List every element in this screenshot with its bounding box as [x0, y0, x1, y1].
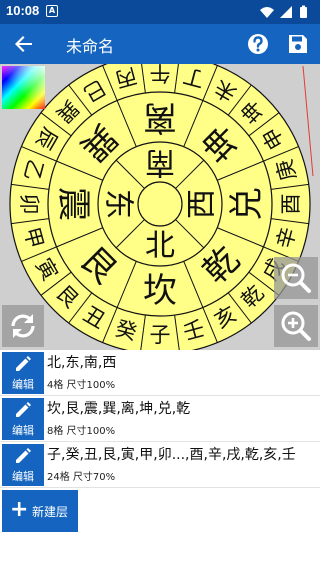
color-palette-icon[interactable]: [2, 66, 45, 109]
new-layer-label: 新建层: [32, 505, 69, 519]
save-icon: [289, 35, 307, 53]
layer-name: 坎,艮,震,巽,离,坤,兑,乾: [47, 401, 191, 417]
new-layer-button[interactable]: + 新建层: [2, 490, 78, 532]
back-button[interactable]: [8, 28, 40, 60]
notification-icon: A: [46, 5, 58, 17]
zoom-out-icon: [281, 263, 311, 293]
layer-info: 24格 尺寸70%: [47, 472, 116, 483]
compass-ring1-label: 南: [145, 145, 175, 180]
compass-wheel[interactable]: 北东南西坎艮震巽离坤兑乾子癸丑艮寅甲卯乙辰巽巳丙午丁未坤申庚酉辛戌乾亥壬: [0, 64, 320, 350]
page-title: 未命名: [66, 37, 115, 56]
status-bar: 10:08 A: [0, 0, 320, 24]
zoom-out-button[interactable]: [274, 257, 318, 299]
compass-ring2-label: 离: [143, 97, 177, 137]
edit-button[interactable]: 编辑: [2, 398, 44, 440]
edit-button[interactable]: 编辑: [2, 352, 44, 394]
edit-label: 编辑: [12, 424, 34, 437]
rotate-icon: [11, 314, 35, 338]
compass-ring3-label: 酉: [279, 194, 303, 215]
pencil-icon: [16, 448, 31, 463]
status-icons: [260, 5, 307, 18]
layer-name: 子,癸,丑,艮,寅,甲,卯...,酉,辛,戌,乾,亥,壬: [47, 447, 296, 463]
help-circle-icon: [248, 34, 268, 54]
save-button[interactable]: [284, 30, 312, 58]
zoom-in-button[interactable]: [274, 305, 318, 347]
rotate-button[interactable]: [2, 305, 44, 347]
compass-center-circle: [137, 181, 183, 227]
layer-info: 8格 尺寸100%: [47, 426, 116, 437]
signal-icon: [280, 6, 292, 18]
app-bar: 未命名: [0, 24, 320, 64]
zoom-in-icon: [281, 311, 311, 341]
drag-hint-line: [302, 65, 314, 177]
compass-ring1-label: 西: [185, 189, 220, 219]
layer-row-2[interactable]: 编辑 坎,艮,震,巽,离,坤,兑,乾 8格 尺寸100%: [0, 396, 320, 442]
layer-name: 北,东,南,西: [47, 355, 117, 371]
help-button[interactable]: [244, 30, 272, 58]
compass-ring3-label: 卯: [17, 194, 41, 215]
compass-ring2-label: 兑: [227, 187, 267, 221]
compass-ring1-label: 东: [101, 189, 136, 219]
wifi-icon: [260, 7, 274, 18]
compass-ring2-label: 坎: [143, 271, 177, 311]
arrow-back-icon: [15, 36, 32, 52]
layer-row-1[interactable]: 编辑 北,东,南,西 4格 尺寸100%: [0, 350, 320, 396]
pencil-icon: [16, 402, 31, 417]
compass-ring2-label: 震: [53, 187, 93, 221]
pencil-icon: [16, 356, 31, 371]
compass-canvas[interactable]: 北东南西坎艮震巽离坤兑乾子癸丑艮寅甲卯乙辰巽巳丙午丁未坤申庚酉辛戌乾亥壬: [0, 64, 320, 350]
layer-row-3[interactable]: 编辑 子,癸,丑,艮,寅,甲,卯...,酉,辛,戌,乾,亥,壬 24格 尺寸70…: [0, 442, 320, 488]
battery-icon: [300, 5, 307, 18]
layer-info: 4格 尺寸100%: [47, 380, 116, 391]
layer-list: 编辑 北,东,南,西 4格 尺寸100% 编辑 坎,艮,震,巽,离,坤,兑,乾 …: [0, 350, 320, 488]
compass-ring1-label: 北: [145, 229, 175, 264]
compass-ring3-label: 子: [150, 323, 171, 347]
edit-label: 编辑: [12, 378, 34, 391]
plus-icon: +: [10, 497, 29, 522]
compass-ring3-label: 午: [150, 64, 171, 85]
edit-button[interactable]: 编辑: [2, 444, 44, 486]
status-time: 10:08: [6, 3, 40, 18]
edit-label: 编辑: [12, 470, 34, 483]
